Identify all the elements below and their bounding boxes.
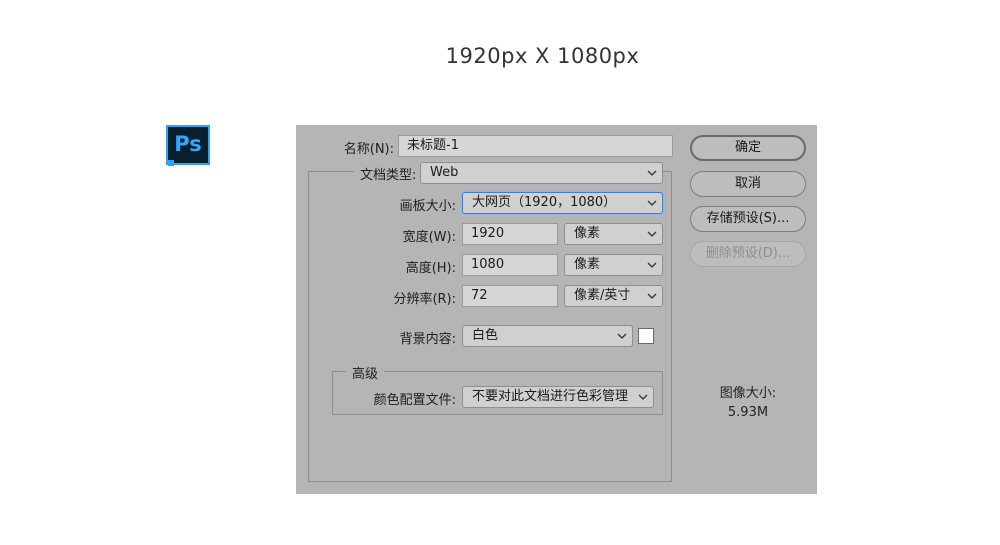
artboard-size-select[interactable]: 大网页（1920，1080） [462,192,663,214]
name-input[interactable]: 未标题-1 [398,135,673,157]
width-unit-select[interactable]: 像素 [564,223,663,245]
color-profile-label: 颜色配置文件: [373,393,456,408]
height-unit-select[interactable]: 像素 [564,254,663,276]
height-input[interactable]: 1080 [462,254,558,276]
artboard-size-label: 画板大小: [399,199,456,214]
resolution-unit-select[interactable]: 像素/英寸 [564,285,663,307]
new-document-dialog: 名称(N): 未标题-1 文档类型: Web 画板大小: 大网页（1920，10… [296,125,817,494]
resolution-input[interactable]: 72 [462,285,558,307]
width-input[interactable]: 1920 [462,223,558,245]
color-profile-value: 不要对此文档进行色彩管理 [472,389,629,404]
doc-type-value: Web [430,165,459,180]
chevron-down-icon [647,231,657,237]
chevron-down-icon [647,293,657,299]
width-label: 宽度(W): [402,230,456,245]
photoshop-icon: Ps [166,125,210,165]
image-size-value: 5.93M [727,405,769,420]
resolution-label: 分辨率(R): [393,292,456,307]
background-label: 背景内容: [399,332,456,347]
doc-type-label: 文档类型: [354,164,423,183]
height-label: 高度(H): [405,261,456,276]
chevron-down-icon [647,262,657,268]
save-preset-button[interactable]: 存储预设(S)... [690,206,806,232]
chevron-down-icon [617,333,627,339]
width-unit-value: 像素 [574,226,601,241]
color-profile-select[interactable]: 不要对此文档进行色彩管理 [462,386,654,408]
doc-type-select[interactable]: Web [420,162,663,184]
background-color-swatch[interactable] [638,328,654,344]
chevron-down-icon [647,200,657,206]
image-size-label: 图像大小: [719,386,777,401]
background-select[interactable]: 白色 [462,325,633,347]
height-unit-value: 像素 [574,257,601,272]
chevron-down-icon [638,394,648,400]
background-value: 白色 [472,328,499,343]
chevron-down-icon [647,170,657,176]
advanced-title: 高级 [346,363,385,382]
ok-button[interactable]: 确定 [690,135,806,161]
photoshop-icon-corner [168,160,174,166]
artboard-size-value: 大网页（1920，1080） [472,195,617,210]
page-heading: 1920px X 1080px [445,44,640,68]
name-label: 名称(N): [343,142,394,157]
cancel-button[interactable]: 取消 [690,171,806,197]
delete-preset-button: 删除预设(D)... [690,241,806,267]
resolution-unit-value: 像素/英寸 [574,288,631,303]
